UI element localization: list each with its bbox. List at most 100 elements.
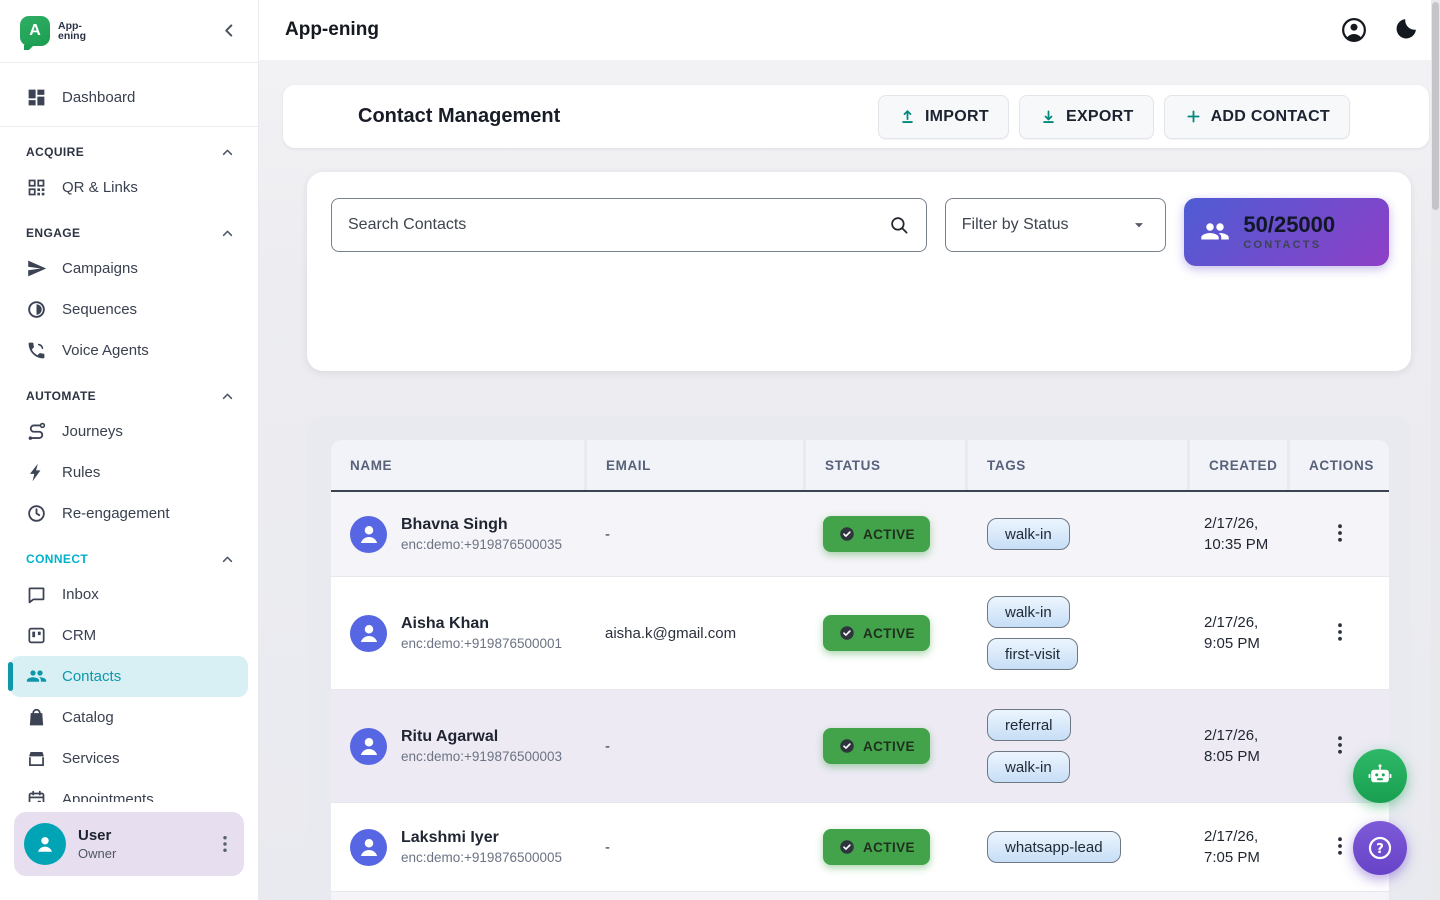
- user-card[interactable]: User Owner: [14, 812, 244, 876]
- topbar: App-ening: [258, 0, 1440, 60]
- page-title: App-ening: [285, 19, 379, 41]
- contact-tag[interactable]: walk-in: [987, 751, 1070, 783]
- row-actions-button[interactable]: [1327, 521, 1353, 547]
- contact-name-block: Bhavna Singhenc:demo:+919876500035: [401, 516, 562, 552]
- sidebar-item-sequences[interactable]: Sequences: [0, 289, 258, 330]
- contact-avatar: [350, 728, 387, 765]
- contact-avatar: [350, 516, 387, 553]
- contact-actions-cell: [1290, 620, 1389, 646]
- status-label: ACTIVE: [863, 840, 915, 855]
- sidebar-item-voice-agents[interactable]: Voice Agents: [0, 330, 258, 371]
- contact-name: Aisha Khan: [401, 615, 562, 633]
- dashboard-icon: [26, 87, 47, 108]
- sidebar-item-crm[interactable]: CRM: [0, 615, 258, 656]
- contacts-caption: CONTACTS: [1243, 239, 1335, 251]
- add-contact-label: ADD CONTACT: [1211, 108, 1330, 126]
- created-time: 7:05 PM: [1204, 847, 1290, 868]
- user-menu-button[interactable]: [214, 833, 236, 855]
- sidebar-item-contacts[interactable]: Contacts: [10, 656, 248, 697]
- contact-email: aisha.k@gmail.com: [587, 625, 806, 642]
- sidebar-section-automate[interactable]: AUTOMATE: [0, 381, 258, 411]
- contact-row[interactable]: Bhavna Singhenc:demo:+919876500035 - ACTIV…: [331, 492, 1389, 577]
- export-label: EXPORT: [1066, 108, 1134, 126]
- bag-icon: [26, 707, 47, 728]
- contact-tag[interactable]: first-visit: [987, 638, 1078, 670]
- section-title: Contact Management: [358, 105, 560, 128]
- contact-email: -: [587, 839, 806, 856]
- user-avatar: [24, 823, 66, 865]
- person-icon: [354, 618, 384, 648]
- account-button[interactable]: [1340, 16, 1368, 44]
- scrollbar-track: [1431, 0, 1440, 900]
- row-actions-button[interactable]: [1327, 733, 1353, 759]
- sidebar-item-rules[interactable]: Rules: [0, 452, 258, 493]
- contact-tag[interactable]: walk-in: [987, 596, 1070, 628]
- kanban-icon: [26, 625, 47, 646]
- scrollbar-thumb[interactable]: [1432, 2, 1439, 210]
- user-name: User: [78, 827, 116, 844]
- send-icon: [26, 258, 47, 279]
- contact-status-cell: ACTIVE: [806, 516, 968, 552]
- sidebar-section-engage[interactable]: ENGAGE: [0, 218, 258, 248]
- contact-tag[interactable]: referral: [987, 709, 1071, 741]
- toolbar-buttons: IMPORT EXPORT ADD CONTACT: [878, 95, 1350, 139]
- sidebar-item-inbox[interactable]: Inbox: [0, 574, 258, 615]
- topbar-actions: [1340, 16, 1420, 44]
- status-label: ACTIVE: [863, 527, 915, 542]
- sidebar-item-label: QR & Links: [62, 179, 138, 196]
- help-fab-button[interactable]: ?: [1353, 821, 1407, 875]
- column-header-tags: TAGS: [968, 440, 1190, 490]
- sidebar-item-re-engagement[interactable]: Re-engagement: [0, 493, 258, 534]
- collapse-sidebar-button[interactable]: [218, 20, 240, 42]
- sidebar-header: A App- ening: [0, 0, 258, 63]
- dark-mode-button[interactable]: [1392, 16, 1420, 44]
- app-logo: A: [20, 16, 50, 46]
- contacts-count: 50/25000: [1243, 213, 1335, 237]
- sidebar-section-connect[interactable]: CONNECT: [0, 544, 258, 574]
- contact-row[interactable]: Ritu Agarwalenc:demo:+919876500003-ACTIV…: [331, 690, 1389, 803]
- sidebar-item-dashboard[interactable]: Dashboard: [0, 77, 258, 118]
- contact-tag[interactable]: whatsapp-lead: [987, 831, 1121, 863]
- route-icon: [26, 421, 47, 442]
- row-actions-button[interactable]: [1327, 620, 1353, 646]
- add-contact-button[interactable]: ADD CONTACT: [1164, 95, 1350, 139]
- import-button[interactable]: IMPORT: [878, 95, 1009, 139]
- sidebar-item-qr-links[interactable]: QR & Links: [0, 167, 258, 208]
- status-badge: ACTIVE: [823, 516, 930, 552]
- filter-card: Search Contacts Filter by Status 50/2500…: [307, 172, 1411, 371]
- sidebar-item-campaigns[interactable]: Campaigns: [0, 248, 258, 289]
- column-header-created: CREATED: [1190, 440, 1290, 490]
- sidebar-nav: Dashboard ACQUIRE QR & Links ENGAGECampaign…: [0, 63, 258, 820]
- sidebar-item-journeys[interactable]: Journeys: [0, 411, 258, 452]
- contact-row[interactable]: Lakshmi Iyerenc:demo:+919876500005-ACTIV…: [331, 803, 1389, 892]
- contact-tag[interactable]: walk-in: [987, 518, 1070, 550]
- search-input[interactable]: Search Contacts: [331, 198, 927, 252]
- export-button[interactable]: EXPORT: [1019, 95, 1154, 139]
- sidebar: A App- ening Dashboard ACQUIRE QR & Links E…: [0, 0, 259, 900]
- chevron-left-icon: [218, 20, 240, 42]
- dots-vertical-icon: [1328, 834, 1352, 858]
- sidebar-item-label: Voice Agents: [62, 342, 149, 359]
- created-date: 2/17/26,: [1204, 725, 1290, 746]
- user-role: Owner: [78, 846, 116, 861]
- import-label: IMPORT: [925, 108, 989, 126]
- contact-created-cell: 2/17/26,8:05 PM: [1190, 725, 1290, 767]
- status-filter-select[interactable]: Filter by Status: [945, 198, 1167, 252]
- contact-email: -: [587, 526, 806, 543]
- status-badge: ACTIVE: [823, 829, 930, 865]
- sidebar-section-label: ACQUIRE: [26, 145, 84, 159]
- row-actions-button[interactable]: [1327, 834, 1353, 860]
- contact-row[interactable]: Jyoti RawatACTIVEcampaign-lead2/17/26: [331, 892, 1389, 900]
- assistant-fab-button[interactable]: [1353, 749, 1407, 803]
- sidebar-section-acquire[interactable]: ACQUIRE: [0, 137, 258, 167]
- created-date: 2/17/26,: [1204, 612, 1290, 633]
- contact-name-block: Ritu Agarwalenc:demo:+919876500003: [401, 728, 562, 764]
- main-area: App-ening Contact Management IMPORT EXPO…: [258, 0, 1440, 900]
- contact-row[interactable]: Aisha Khanenc:demo:+919876500001aisha.k@…: [331, 577, 1389, 690]
- chevron-up-icon: [219, 144, 236, 161]
- sidebar-item-catalog[interactable]: Catalog: [0, 697, 258, 738]
- sidebar-item-label: Re-engagement: [62, 505, 170, 522]
- sidebar-item-services[interactable]: Services: [0, 738, 258, 779]
- created-time: 10:35 PM: [1204, 534, 1290, 555]
- status-filter-label: Filter by Status: [962, 216, 1069, 234]
